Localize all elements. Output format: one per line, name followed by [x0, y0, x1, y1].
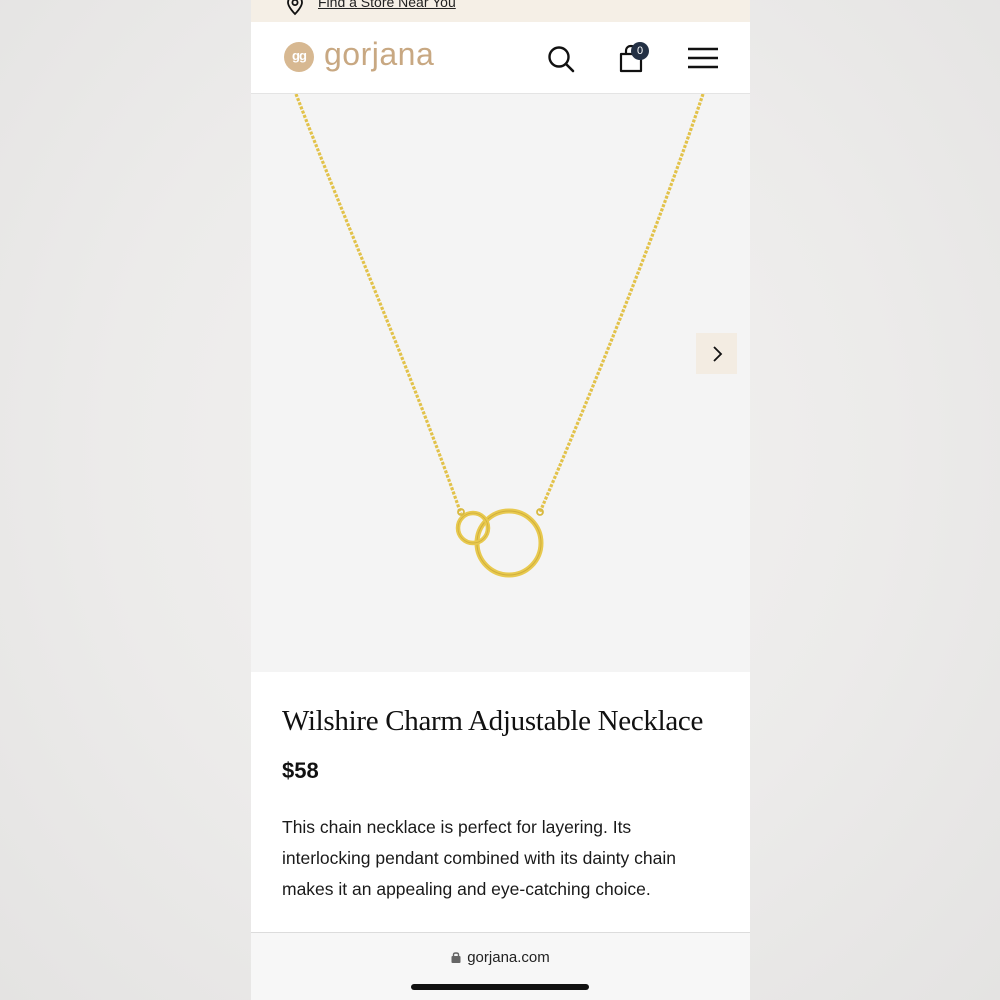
necklace-product-image	[294, 94, 705, 578]
site-header: gg gorjana 0	[251, 22, 750, 94]
product-title: Wilshire Charm Adjustable Necklace	[282, 705, 704, 737]
logo-icon[interactable]: gg	[284, 42, 314, 72]
home-indicator[interactable]	[411, 984, 589, 990]
url-text: gorjana.com	[467, 949, 550, 966]
chevron-right-icon	[713, 346, 723, 362]
logo-mark-text: gg	[292, 48, 307, 63]
product-description: This chain necklace is perfect for layer…	[282, 817, 676, 899]
find-store-link[interactable]: Find a Store Near You	[318, 0, 456, 10]
search-icon[interactable]	[547, 45, 575, 73]
cart-count-badge[interactable]: 0	[631, 42, 649, 60]
product-price: $58	[282, 758, 319, 783]
phone-screen: Find a Store Near You gg gorjana 0 Wilsh…	[251, 0, 750, 1000]
product-image-gallery[interactable]	[251, 94, 750, 672]
location-pin-icon	[287, 0, 303, 16]
logo-text[interactable]: gorjana	[324, 36, 434, 73]
store-locator-bar: Find a Store Near You	[251, 0, 750, 22]
hamburger-menu-icon[interactable]	[687, 46, 719, 70]
next-image-button[interactable]	[696, 333, 737, 374]
browser-address-bar[interactable]: gorjana.com	[251, 932, 750, 1000]
product-details: Wilshire Charm Adjustable Necklace $58 T…	[251, 672, 750, 932]
url-display[interactable]: gorjana.com	[251, 949, 750, 966]
lock-icon	[451, 952, 461, 963]
